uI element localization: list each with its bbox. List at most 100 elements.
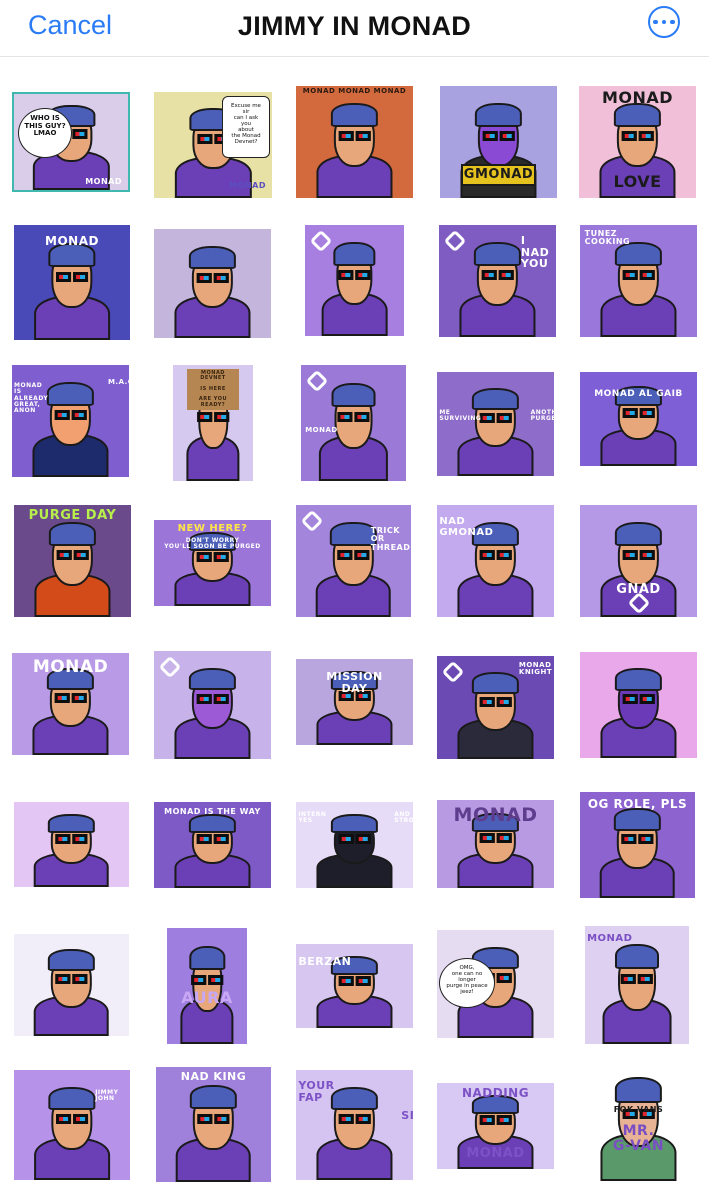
sticker-monad-love[interactable]: MONAD LOVE <box>579 86 696 198</box>
glasses-icon <box>196 272 229 283</box>
lens-left <box>338 975 354 986</box>
cartoon-figure <box>457 664 534 759</box>
glasses-icon <box>56 1114 88 1125</box>
glasses-icon <box>55 974 88 985</box>
lens-right <box>498 270 514 281</box>
sticker-monad-sword[interactable]: MONAD <box>437 800 554 888</box>
lens-right <box>73 550 89 561</box>
cartoon-figure <box>316 1079 393 1180</box>
sticker-berzan[interactable]: BERZAN <box>296 944 413 1028</box>
lens-left <box>196 552 212 563</box>
beanie-icon <box>47 949 96 972</box>
lens-left <box>337 550 353 561</box>
sticker-devnet-sign[interactable]: MONAD DEVNET IS HERE ARE YOU READY? <box>173 365 253 481</box>
sticker-caption: MONAD <box>45 234 99 248</box>
sticker-nadding-monad[interactable]: NADDING MONAD <box>437 1083 554 1169</box>
sticker-ranger-trio[interactable] <box>14 934 129 1036</box>
lens-right <box>72 974 88 985</box>
sticker-monad-cap[interactable]: MONAD <box>14 225 130 340</box>
sticker-aura[interactable]: AURA <box>167 928 247 1044</box>
speech-bubble: Excuse me sir can I ask you about the Mo… <box>222 96 270 158</box>
sticker-caption: NAD GMONAD <box>439 516 494 538</box>
sticker-your-fap-sister[interactable]: YOUR FAP SISTER <box>296 1070 413 1180</box>
glasses-icon <box>338 1114 371 1125</box>
navigation-bar: Cancel JIMMY IN MONAD <box>0 0 709 57</box>
sticker-monad-facepalm[interactable]: MONAD <box>12 653 129 755</box>
page-title: JIMMY IN MONAD <box>237 11 472 41</box>
sticker-monad-is-the-way[interactable]: MONAD IS THE WAY <box>154 802 271 888</box>
lens-right <box>355 975 371 986</box>
sticker-monad-pattern[interactable]: MONAD MONAD MONAD <box>296 86 413 198</box>
sticker-caption: MONAD <box>587 933 633 944</box>
sticker-caption: MONAD <box>466 1146 525 1161</box>
sticker-i-nad-you[interactable]: I NAD YOU <box>439 225 556 337</box>
cartoon-figure <box>457 380 534 476</box>
sticker-trick-or-thread[interactable]: TRICK OR THREAD <box>296 505 411 617</box>
sticker-salt-bae[interactable]: MONAD <box>301 365 406 481</box>
sticker-beanie-jimmy[interactable] <box>154 229 271 338</box>
sticker-gnad[interactable]: GNAD <box>580 505 697 617</box>
sticker-tunez-cooking[interactable]: TUNEZ COOKING <box>580 225 697 337</box>
sticker-caption: I NAD YOU <box>520 234 550 271</box>
lens-left <box>622 550 638 561</box>
glasses-icon <box>479 1115 512 1126</box>
lens-right <box>72 129 87 140</box>
glasses-icon <box>338 269 371 280</box>
cartoon-figure <box>600 660 677 758</box>
sticker-who-is-this-guy[interactable]: WHO IS THIS GUY? LMAO MONAD <box>12 92 130 192</box>
cartoon-figure <box>33 942 110 1036</box>
sticker-hedgehog-face[interactable] <box>580 652 697 758</box>
glasses-icon <box>621 834 654 845</box>
ellipsis-circle-icon[interactable] <box>648 6 680 38</box>
sticker-nad-king[interactable]: NAD KING <box>156 1067 271 1182</box>
glasses-icon <box>56 271 88 282</box>
glasses-icon <box>621 974 653 985</box>
lens-right <box>639 694 655 705</box>
sticker-penguin[interactable]: INTERN YES AND STRONG <box>296 802 413 888</box>
sticker-gmonad[interactable]: GMONAD <box>440 86 557 198</box>
lens-left <box>482 131 498 142</box>
glasses-icon <box>479 550 512 561</box>
sticker-caption: AURA <box>181 988 233 1007</box>
beanie-icon <box>614 522 663 546</box>
sticker-excuse-me-sir[interactable]: Excuse me sir can I ask you about the Mo… <box>154 92 272 198</box>
sticker-new-here[interactable]: NEW HERE? DON'T WORRY YOU'LL SOON BE PURG… <box>154 520 271 606</box>
sticker-monad-tiger[interactable]: MONAD <box>585 926 689 1044</box>
sticker-tigers-crew[interactable] <box>14 802 129 887</box>
sticker-jimmy-beach[interactable]: JIMMY JOHN <box>14 1070 130 1180</box>
lens-left <box>622 270 638 281</box>
beanie-icon <box>331 383 376 408</box>
sticker-caption: DON'T WORRY YOU'LL SOON BE PURGED <box>164 537 261 551</box>
cartoon-figure <box>174 238 251 338</box>
beanie-icon <box>46 382 95 406</box>
lens-left <box>56 550 72 561</box>
lens-right <box>638 834 654 845</box>
lens-right <box>354 550 370 561</box>
cartoon-figure <box>175 1076 252 1182</box>
sticker-caption: NADDING <box>461 1086 530 1100</box>
sticker-redhead[interactable] <box>305 225 404 336</box>
sticker-nad-gmonad[interactable]: NAD GMONAD <box>437 505 554 617</box>
sticker-me-surviving[interactable]: ME SURVIVING ANOTHER PURGE <box>437 372 554 476</box>
sticker-purge-in-peace[interactable]: OMG, one can no longer purge in peace je… <box>437 930 554 1038</box>
lens-left <box>338 269 354 280</box>
lens-right <box>355 834 371 845</box>
sticker-hedgehog[interactable] <box>154 651 271 759</box>
sticker-caption: YOUR FAP <box>298 1079 335 1104</box>
lens-left <box>54 410 70 421</box>
sticker-maga[interactable]: M.A.G.A MONAD IS ALREADY GREAT, ANON <box>12 365 129 477</box>
lens-right <box>638 974 653 985</box>
lens-right <box>496 1115 512 1126</box>
sticker-purge-day[interactable]: PURGE DAY <box>14 505 131 617</box>
sticker-monad-knight[interactable]: MONAD KNIGHT <box>437 656 554 759</box>
sticker-og-role-pls[interactable]: OG ROLE, PLS <box>580 792 695 898</box>
sticker-monad-al-gaib[interactable]: MONAD AL GAIB <box>580 372 697 466</box>
beanie-icon <box>615 944 659 970</box>
sticker-mission-day[interactable]: MISSION DAY <box>296 659 413 745</box>
lens-left <box>56 271 71 282</box>
glasses-icon <box>479 413 512 424</box>
lens-right <box>213 834 229 845</box>
sticker-mr-g-van[interactable]: FOK VANS MR. G-VAN <box>580 1058 697 1181</box>
beanie-icon <box>47 814 96 834</box>
lens-right <box>213 694 229 705</box>
